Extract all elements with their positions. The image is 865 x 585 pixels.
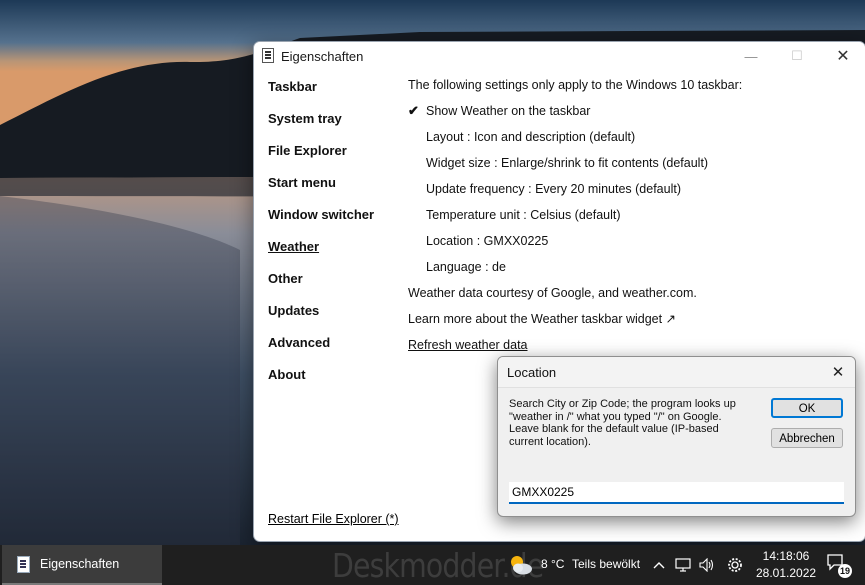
notification-icon[interactable]: 19 <box>826 553 852 579</box>
clock[interactable]: 14:18:06 28.01.2022 <box>756 548 816 582</box>
minimize-button[interactable]: — <box>728 42 774 70</box>
show-weather-toggle[interactable]: ✔ Show Weather on the taskbar <box>408 103 855 129</box>
taskbar: Eigenschaften Deskmodder.de 8 °C Teils b… <box>0 545 865 585</box>
layout-option[interactable]: Layout : Icon and description (default) <box>408 129 855 155</box>
widget-size-option[interactable]: Widget size : Enlarge/shrink to fit cont… <box>408 155 855 181</box>
ok-button[interactable]: OK <box>771 398 843 418</box>
intro-text: The following settings only apply to the… <box>408 78 743 92</box>
sidebar-nav: Taskbar System tray File Explorer Start … <box>268 79 408 399</box>
weather-temperature[interactable]: 8 °C <box>541 557 564 571</box>
nav-item-label: Taskbar <box>268 79 317 94</box>
nav-item-label: Advanced <box>268 335 331 350</box>
nav-item-system-tray[interactable]: System tray <box>268 111 408 143</box>
dialog-message: Search City or Zip Code; the program loo… <box>509 398 736 448</box>
courtesy-text: Weather data courtesy of Google, and wea… <box>408 286 697 300</box>
taskbar-app-eigenschaften[interactable]: Eigenschaften <box>2 545 162 585</box>
close-button[interactable]: ✕ <box>820 42 865 70</box>
temperature-unit-option[interactable]: Temperature unit : Celsius (default) <box>408 207 855 233</box>
nav-item-label: Start menu <box>268 175 336 190</box>
nav-item-taskbar[interactable]: Taskbar <box>268 79 408 111</box>
title-bar[interactable]: Eigenschaften — ☐ ✕ <box>254 42 865 70</box>
nav-item-updates[interactable]: Updates <box>268 303 408 335</box>
maximize-button[interactable]: ☐ <box>774 42 820 70</box>
nav-item-label: Window switcher <box>268 207 375 222</box>
nav-item-label: Other <box>268 271 303 286</box>
dialog-title: Location <box>507 365 557 380</box>
nav-item-other[interactable]: Other <box>268 271 408 303</box>
taskbar-app-label: Eigenschaften <box>40 557 120 571</box>
weather-condition[interactable]: Teils bewölkt <box>572 557 640 571</box>
learn-more-link[interactable]: Learn more about the Weather taskbar wid… <box>408 311 855 337</box>
check-icon: ✔ <box>408 103 419 118</box>
settings-icon[interactable] <box>725 555 745 575</box>
location-option[interactable]: Location : GMXX0225 <box>408 233 855 259</box>
location-input[interactable] <box>509 482 844 504</box>
nav-item-weather[interactable]: Weather <box>268 239 408 271</box>
app-icon <box>17 556 30 573</box>
dialog-title-bar[interactable]: Location ✕ <box>498 357 855 388</box>
clock-time: 14:18:06 <box>762 549 810 563</box>
volume-icon[interactable] <box>697 555 717 575</box>
nav-item-label: About <box>268 367 306 382</box>
notification-count: 19 <box>838 564 852 578</box>
nav-item-label: System tray <box>268 111 342 126</box>
update-frequency-option[interactable]: Update frequency : Every 20 minutes (def… <box>408 181 855 207</box>
refresh-weather-link[interactable]: Refresh weather data <box>408 338 528 352</box>
nav-item-start-menu[interactable]: Start menu <box>268 175 408 207</box>
app-icon <box>262 48 274 63</box>
nav-item-file-explorer[interactable]: File Explorer <box>268 143 408 175</box>
nav-item-label: Weather <box>268 239 320 254</box>
dialog-close-button[interactable]: ✕ <box>821 357 855 387</box>
show-weather-label: Show Weather on the taskbar <box>426 104 591 118</box>
chevron-up-icon[interactable] <box>649 555 669 575</box>
network-icon[interactable] <box>673 555 693 575</box>
nav-item-label: File Explorer <box>268 143 347 158</box>
location-dialog: Location ✕ Search City or Zip Code; the … <box>497 356 856 517</box>
nav-item-about[interactable]: About <box>268 367 408 399</box>
cancel-button[interactable]: Abbrechen <box>771 428 843 448</box>
restart-explorer-link[interactable]: Restart File Explorer (*) <box>268 512 399 526</box>
nav-item-advanced[interactable]: Advanced <box>268 335 408 367</box>
nav-item-label: Updates <box>268 303 320 318</box>
clock-date: 28.01.2022 <box>756 566 817 580</box>
window-title: Eigenschaften <box>281 49 364 64</box>
weather-icon[interactable] <box>506 551 534 579</box>
weather-settings-panel: The following settings only apply to the… <box>408 77 855 363</box>
nav-item-window-switcher[interactable]: Window switcher <box>268 207 408 239</box>
language-option[interactable]: Language : de <box>408 259 855 285</box>
